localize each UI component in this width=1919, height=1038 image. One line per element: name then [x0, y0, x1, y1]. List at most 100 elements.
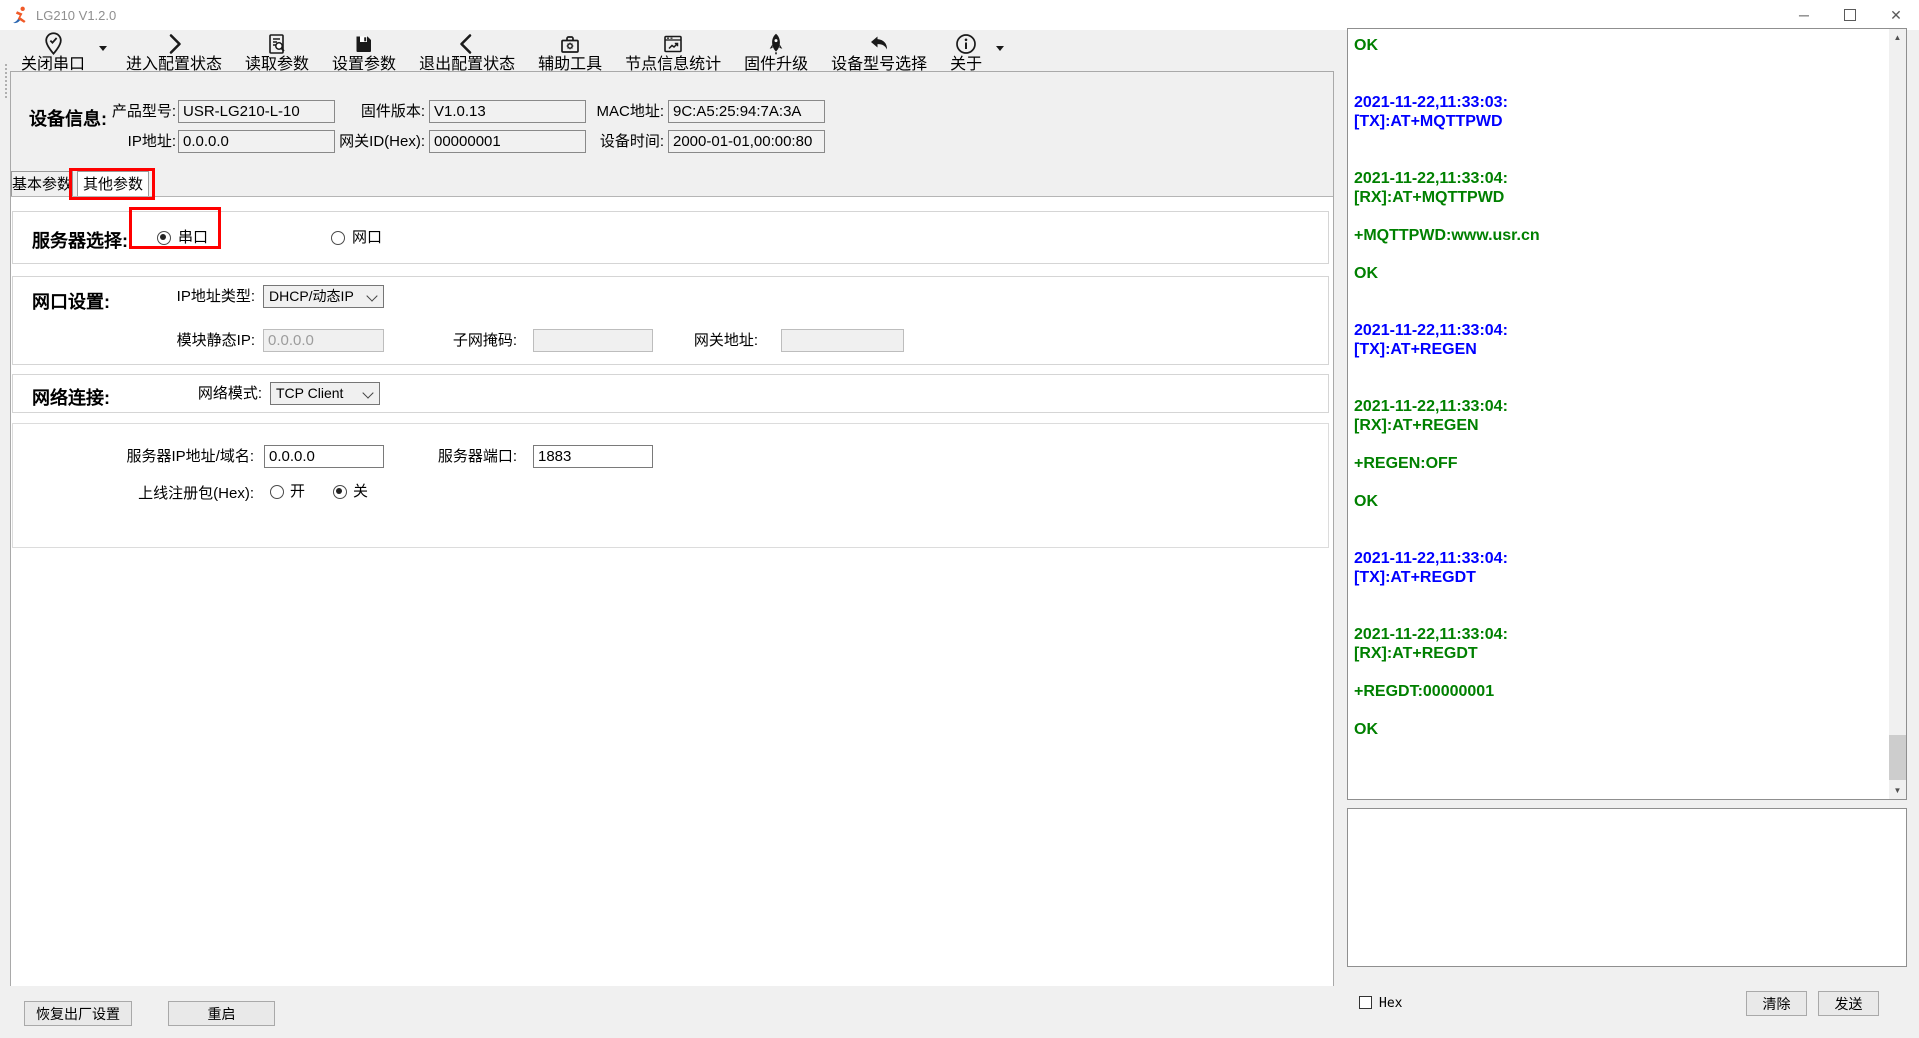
minimize-button[interactable]: ─ [1781, 0, 1827, 30]
firmware-version-label: 固件版本: [311, 100, 425, 123]
log-box[interactable]: OK 2021-11-22,11:33:03:[TX]:AT+MQTTPWD 2… [1347, 28, 1907, 800]
chevron-down-icon [362, 387, 373, 398]
server-port-label: 服务器端口: [407, 445, 517, 468]
radio-reg-off[interactable] [333, 485, 347, 499]
doc-search-icon [265, 31, 289, 56]
stats-window-icon [661, 31, 685, 56]
scroll-up-icon[interactable]: ▲ [1889, 29, 1906, 46]
dropdown-caret-icon[interactable] [996, 46, 1004, 51]
group-net-conn: 网络连接: 网络模式: TCP Client [12, 374, 1329, 413]
chevron-right-icon [162, 31, 186, 56]
log-line: 2021-11-22,11:33:04: [1354, 397, 1886, 416]
minimize-icon: ─ [1799, 7, 1809, 23]
net-mode-dropdown[interactable]: TCP Client [270, 382, 380, 405]
pin-check-icon [41, 31, 66, 56]
product-model-label: 产品型号: [64, 100, 176, 123]
log-line: 2021-11-22,11:33:04: [1354, 169, 1886, 188]
log-line [1354, 663, 1886, 682]
toolbar-set-params[interactable]: 设置参数 [327, 30, 401, 74]
log-line: OK [1354, 264, 1886, 283]
eth-settings-title: 网口设置: [32, 288, 110, 314]
toolbox-icon [558, 31, 582, 56]
radio-reg-on-label[interactable]: 开 [290, 484, 305, 500]
server-select-title: 服务器选择: [32, 227, 128, 253]
log-line [1354, 378, 1886, 397]
log-content[interactable]: OK 2021-11-22,11:33:03:[TX]:AT+MQTTPWD 2… [1354, 36, 1886, 797]
group-eth-settings: 网口设置: IP地址类型: DHCP/动态IP 模块静态IP: 子网掩码: 网关… [12, 276, 1329, 365]
log-line: +REGEN:OFF [1354, 454, 1886, 473]
maximize-icon [1844, 9, 1856, 21]
factory-reset-button[interactable]: 恢复出厂设置 [24, 1001, 132, 1026]
static-ip-label: 模块静态IP: [113, 329, 255, 352]
log-line: +REGDT:00000001 [1354, 682, 1886, 701]
close-button[interactable]: ✕ [1873, 0, 1919, 30]
radio-reg-on[interactable] [270, 485, 284, 499]
net-conn-title: 网络连接: [32, 384, 110, 410]
radio-network-label[interactable]: 网口 [352, 230, 382, 246]
log-line [1354, 302, 1886, 321]
scroll-down-icon[interactable]: ▼ [1889, 782, 1906, 799]
server-port-field[interactable] [533, 445, 653, 468]
log-line [1354, 530, 1886, 549]
toolbar-device-model-select[interactable]: 设备型号选择 [826, 30, 932, 74]
toolbar-firmware-upgrade[interactable]: 固件升级 [739, 30, 813, 74]
dropdown-caret-icon[interactable] [99, 46, 107, 51]
maximize-button[interactable] [1827, 0, 1873, 30]
toolbar-enter-config[interactable]: 进入配置状态 [121, 30, 227, 74]
log-line [1354, 587, 1886, 606]
toolbar-close-serial[interactable]: 关闭串口 [16, 30, 90, 74]
restart-button[interactable]: 重启 [168, 1001, 275, 1026]
radio-reg-off-label[interactable]: 关 [353, 484, 368, 500]
log-line: OK [1354, 720, 1886, 739]
info-icon [954, 31, 978, 56]
annotation-box-tab [69, 168, 155, 200]
log-line [1354, 55, 1886, 74]
toolbar-exit-config[interactable]: 退出配置状态 [414, 30, 520, 74]
toolbar-read-params[interactable]: 读取参数 [240, 30, 314, 74]
log-line: 2021-11-22,11:33:04: [1354, 321, 1886, 340]
send-button[interactable]: 发送 [1818, 991, 1879, 1016]
server-ip-label: 服务器IP地址/域名: [94, 445, 254, 468]
subnet-mask-field[interactable] [533, 329, 653, 352]
gateway-address-field[interactable] [781, 329, 904, 352]
static-ip-field[interactable] [263, 329, 384, 352]
log-line: [RX]:AT+REGDT [1354, 644, 1886, 663]
reply-arrow-icon [867, 31, 891, 56]
log-line [1354, 245, 1886, 264]
log-line [1354, 606, 1886, 625]
radio-network[interactable] [331, 231, 345, 245]
ip-address-label: IP地址: [64, 130, 176, 153]
net-mode-label: 网络模式: [123, 382, 262, 405]
scrollbar-thumb[interactable] [1889, 735, 1906, 780]
log-line: [RX]:AT+MQTTPWD [1354, 188, 1886, 207]
server-ip-field[interactable] [264, 445, 384, 468]
hex-checkbox[interactable] [1359, 996, 1372, 1009]
log-line [1354, 435, 1886, 454]
toolbar-aux-tools[interactable]: 辅助工具 [533, 30, 607, 74]
annotation-box-serial-radio [129, 207, 221, 249]
send-input-box[interactable] [1347, 808, 1907, 967]
device-time-field[interactable] [668, 130, 825, 153]
toolbar-grip [5, 64, 7, 98]
close-icon: ✕ [1890, 7, 1902, 24]
hex-checkbox-label[interactable]: Hex [1379, 996, 1402, 1011]
ip-type-dropdown[interactable]: DHCP/动态IP [263, 285, 384, 308]
log-line [1354, 150, 1886, 169]
window-title: LG210 V1.2.0 [36, 8, 116, 23]
mac-address-field[interactable] [668, 100, 825, 123]
device-time-label: 设备时间: [551, 130, 664, 153]
toolbar-about[interactable]: 关于 [945, 30, 987, 74]
rocket-icon [764, 31, 788, 56]
toolbar-node-stats[interactable]: 节点信息统计 [620, 30, 726, 74]
log-line [1354, 74, 1886, 93]
log-line [1354, 283, 1886, 302]
tab-basic-params[interactable]: 基本参数 [11, 171, 73, 197]
reg-packet-label: 上线注册包(Hex): [94, 482, 254, 505]
log-line: [TX]:AT+REGDT [1354, 568, 1886, 587]
clear-button[interactable]: 清除 [1746, 991, 1807, 1016]
log-line [1354, 359, 1886, 378]
log-line [1354, 701, 1886, 720]
titlebar: LG210 V1.2.0 ─ ✕ [0, 0, 1919, 30]
log-line: 2021-11-22,11:33:04: [1354, 625, 1886, 644]
log-scrollbar[interactable]: ▲ ▼ [1889, 29, 1906, 799]
